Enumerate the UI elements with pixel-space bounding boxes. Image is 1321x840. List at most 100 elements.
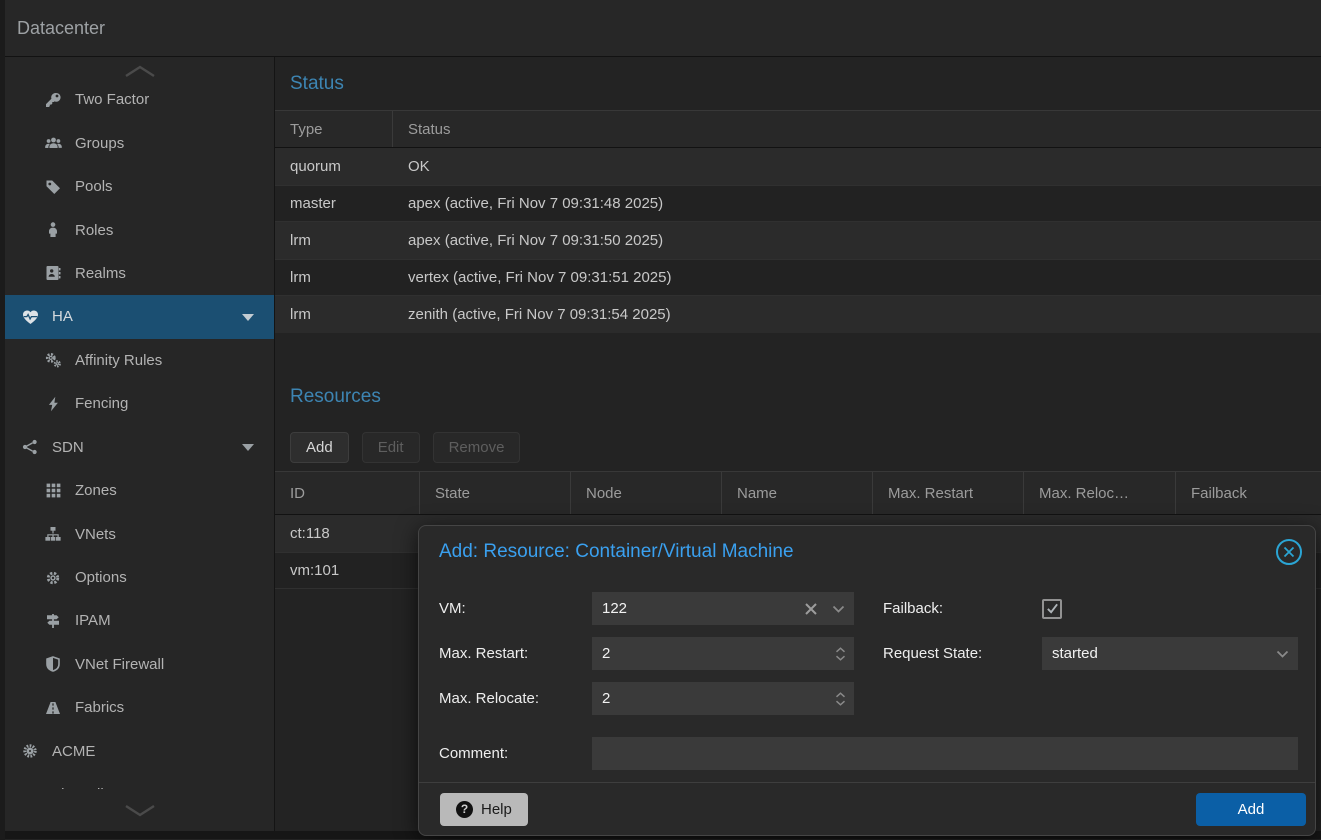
comment-input[interactable] (592, 737, 1298, 770)
help-button-label: Help (481, 801, 512, 818)
table-row[interactable]: master apex (active, Fri Nov 7 09:31:48 … (275, 185, 1321, 222)
dialog-footer: ? Help Add (419, 782, 1315, 835)
table-row[interactable]: quorum OK (275, 148, 1321, 185)
users-icon (42, 135, 64, 151)
network-icon (19, 439, 41, 455)
shield-icon (42, 656, 64, 672)
status-table-header: Type Status (275, 110, 1321, 148)
resources-table-header: ID State Node Name Max. Restart Max. Rel… (275, 471, 1321, 515)
sidebar-item-label: Affinity Rules (75, 352, 162, 369)
max-relocate-spinner[interactable]: 2 (592, 682, 854, 715)
chevron-down-icon[interactable] (242, 444, 254, 451)
sidebar-item-pools[interactable]: Pools (5, 165, 274, 208)
gears-icon (42, 352, 64, 368)
vm-label: VM: (439, 600, 592, 617)
sidebar-scroll-up[interactable] (5, 57, 274, 78)
sidebar-item-label: VNet Firewall (75, 656, 164, 673)
address-book-icon (42, 265, 64, 281)
table-row[interactable]: lrm vertex (active, Fri Nov 7 09:31:51 2… (275, 259, 1321, 296)
request-state-value: started (1052, 645, 1098, 662)
chevron-down-icon[interactable] (242, 314, 254, 321)
bolt-icon (42, 396, 64, 412)
sidebar-item-ha[interactable]: HA (5, 295, 274, 338)
sidebar-item-fabrics[interactable]: Fabrics (5, 686, 274, 729)
spinner-up-down-icon[interactable] (835, 682, 846, 715)
cell-status: apex (active, Fri Nov 7 09:31:50 2025) (393, 222, 1321, 259)
sidebar-item-fencing[interactable]: Fencing (5, 382, 274, 425)
sidebar-item-label: Pools (75, 178, 113, 195)
sidebar-item-zones[interactable]: Zones (5, 469, 274, 512)
failback-label: Failback: (883, 600, 1042, 617)
vm-value: 122 (602, 600, 627, 617)
spinner-up-down-icon[interactable] (835, 637, 846, 670)
sidebar-item-firewall-clipped: Firewall (5, 773, 274, 789)
sidebar-item-label: Roles (75, 222, 113, 239)
dialog-right-column: Failback: Request State: started (883, 592, 1298, 682)
comment-label: Comment: (439, 745, 592, 762)
column-header-max-relocate[interactable]: Max. Reloc… (1024, 472, 1176, 514)
sidebar-item-vnets[interactable]: VNets (5, 512, 274, 555)
cell-status: vertex (active, Fri Nov 7 09:31:51 2025) (393, 260, 1321, 295)
sidebar-item-label: HA (52, 308, 73, 325)
column-header-status[interactable]: Status (393, 111, 1321, 147)
request-state-label: Request State: (883, 645, 1042, 662)
add-button[interactable]: Add (290, 432, 349, 463)
max-relocate-label: Max. Relocate: (439, 690, 592, 707)
vm-combo-field[interactable]: 122 (592, 592, 854, 625)
sidebar-item-label: Zones (75, 482, 117, 499)
sidebar-item-acme[interactable]: ACME (5, 730, 274, 773)
column-header-name[interactable]: Name (722, 472, 873, 514)
top-bar: Datacenter (5, 0, 1321, 57)
failback-checkbox[interactable] (1042, 599, 1062, 619)
chevron-down-icon[interactable] (1276, 637, 1289, 670)
column-header-id[interactable]: ID (275, 472, 420, 514)
sidebar-item-label: Fabrics (75, 699, 124, 716)
column-header-state[interactable]: State (420, 472, 571, 514)
sidebar-item-groups[interactable]: Groups (5, 121, 274, 164)
column-header-max-restart[interactable]: Max. Restart (873, 472, 1024, 514)
dialog-titlebar[interactable]: Add: Resource: Container/Virtual Machine (419, 526, 1315, 578)
help-button[interactable]: ? Help (440, 793, 528, 826)
sidebar-item-vnet-firewall[interactable]: VNet Firewall (5, 643, 274, 686)
map-signs-icon (42, 613, 64, 629)
sidebar-item-label: Realms (75, 265, 126, 282)
remove-button[interactable]: Remove (433, 432, 521, 463)
close-icon[interactable] (1276, 539, 1302, 565)
sidebar-item-two-factor[interactable]: Two Factor (5, 78, 274, 121)
resources-toolbar: Add Edit Remove (275, 423, 1321, 471)
edit-button[interactable]: Edit (362, 432, 420, 463)
resources-section-title: Resources (275, 370, 1321, 423)
chevron-down-icon[interactable] (832, 592, 845, 625)
heartbeat-icon (19, 309, 41, 325)
column-header-type[interactable]: Type (275, 111, 393, 147)
request-state-select[interactable]: started (1042, 637, 1298, 670)
sidebar: Two Factor Groups Pools Roles Realms HA (5, 57, 275, 831)
dialog-left-column: VM: 122 Max. Restart: 2 (439, 592, 854, 727)
max-relocate-value: 2 (602, 690, 610, 707)
sidebar-item-roles[interactable]: Roles (5, 208, 274, 251)
sidebar-item-affinity-rules[interactable]: Affinity Rules (5, 339, 274, 382)
sidebar-item-options[interactable]: Options (5, 556, 274, 599)
sidebar-item-firewall[interactable]: Firewall (5, 773, 274, 789)
sidebar-item-label: Options (75, 569, 127, 586)
gear-icon (42, 570, 64, 586)
app-window: Datacenter Two Factor Groups Pools Roles (0, 0, 1321, 840)
sidebar-item-sdn[interactable]: SDN (5, 425, 274, 468)
column-header-node[interactable]: Node (571, 472, 722, 514)
dialog-title: Add: Resource: Container/Virtual Machine (439, 541, 794, 563)
sidebar-scroll-down[interactable] (5, 791, 274, 831)
cell-type: lrm (275, 222, 393, 259)
table-row[interactable]: lrm apex (active, Fri Nov 7 09:31:50 202… (275, 222, 1321, 259)
clear-icon[interactable] (804, 592, 818, 625)
max-restart-spinner[interactable]: 2 (592, 637, 854, 670)
sidebar-item-label: Fencing (75, 395, 128, 412)
dialog-add-button[interactable]: Add (1196, 793, 1306, 826)
table-row[interactable]: lrm zenith (active, Fri Nov 7 09:31:54 2… (275, 296, 1321, 333)
sidebar-item-ipam[interactable]: IPAM (5, 599, 274, 642)
cell-id: vm:101 (275, 553, 420, 588)
sidebar-item-label: Two Factor (75, 91, 149, 108)
sidebar-item-label: SDN (52, 439, 84, 456)
sidebar-item-realms[interactable]: Realms (5, 252, 274, 295)
column-header-failback[interactable]: Failback (1176, 472, 1321, 514)
sidebar-item-label: Firewall (52, 786, 104, 789)
